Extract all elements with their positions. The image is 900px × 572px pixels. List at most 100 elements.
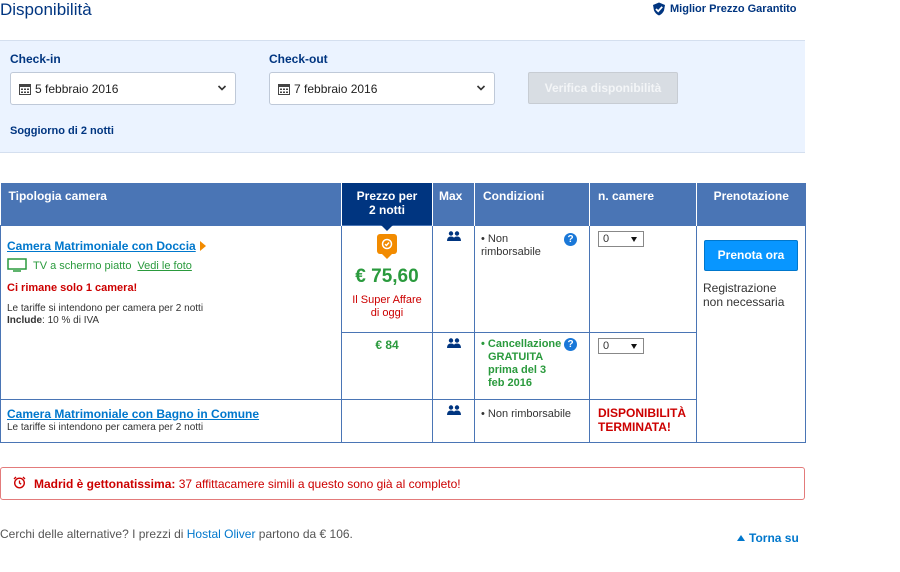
- see-photos-link[interactable]: Vedi le foto: [137, 260, 191, 272]
- rate-note: Le tariffe si intendono per camera per 2…: [7, 303, 335, 327]
- stay-length: Soggiorno di 2 notti: [10, 125, 114, 137]
- page-title: Disponibilità: [0, 0, 92, 19]
- price-cell: € 84: [341, 331, 433, 400]
- demand-alert: Madrid è gettonatissima: 37 affittacamer…: [0, 467, 805, 500]
- header-booking: Prenotazione: [696, 183, 806, 225]
- sold-out-line2: TERMINATA!: [598, 419, 671, 434]
- sold-out-line1: DISPONIBILITÀ: [598, 405, 687, 420]
- room-qty-cell: 0: [589, 331, 697, 400]
- book-now-button[interactable]: Prenota ora: [704, 239, 798, 271]
- registration-note-line1: Registrazione: [703, 280, 777, 295]
- room-quantity-select[interactable]: 0: [598, 230, 644, 247]
- alternatives-suffix: partono da € 106.: [258, 527, 353, 541]
- date-search-panel: Check-in 5 febbraio 2016 Check-out 7 feb…: [0, 40, 805, 153]
- header-conditions: Condizioni: [474, 183, 590, 225]
- checkin-select[interactable]: 5 febbraio 2016: [10, 72, 236, 105]
- two-persons-icon: [446, 404, 462, 418]
- condition-line2: GRATUITA: [488, 350, 544, 363]
- dropdown-arrow-icon: [631, 343, 637, 349]
- verify-availability-button[interactable]: Verifica disponibilità: [528, 72, 678, 104]
- table-row: Camera Matrimoniale con Bagno in Comune …: [0, 398, 806, 443]
- max-cell: [432, 331, 475, 400]
- deal-label: Il Super Affare di oggi: [346, 294, 428, 320]
- condition-line1: • Non: [481, 232, 509, 245]
- room-name-link[interactable]: Camera Matrimoniale con Bagno in Comune: [7, 407, 259, 421]
- price-cell: € 75,60 Il Super Affare di oggi: [341, 224, 433, 333]
- conditions-cell: • Non rimborsabile: [474, 398, 590, 443]
- deal-label-line1: Il Super Affare: [352, 293, 422, 306]
- expand-arrow-icon[interactable]: [199, 240, 206, 251]
- conditions-cell: • Non rimborsabile ?: [474, 224, 590, 333]
- include-value: : 10 % di IVA: [42, 314, 100, 326]
- arrow-up-icon: [737, 535, 745, 541]
- best-price-guarantee[interactable]: Miglior Prezzo Garantito: [652, 2, 797, 16]
- rooms-table: Tipologia camera Prezzo per 2 notti Max …: [0, 183, 806, 443]
- tv-icon: [7, 257, 27, 275]
- booking-cell: Prenota ora Registrazione non necessaria: [696, 224, 806, 443]
- condition-line2: rimborsabile: [481, 245, 541, 258]
- condition-line4: feb 2016: [488, 376, 533, 389]
- rate-note: Le tariffe si intendono per camera per 2…: [7, 421, 204, 433]
- rate-note-line: Le tariffe si intendono per camera per 2…: [7, 302, 204, 314]
- guarantee-label: Miglior Prezzo Garantito: [670, 3, 797, 15]
- back-to-top-link[interactable]: Torna su: [737, 531, 799, 545]
- calendar-icon: [19, 83, 31, 95]
- max-cell: [432, 398, 475, 443]
- alert-bold: Madrid è gettonatissima:: [34, 476, 176, 491]
- alert-text: 37 affittacamere simili a questo sono gi…: [178, 476, 461, 491]
- header-room-type: Tipologia camera: [0, 183, 342, 225]
- price-value: € 84: [375, 337, 399, 352]
- registration-note: Registrazione non necessaria: [703, 281, 799, 309]
- checkin-label: Check-in: [10, 52, 61, 66]
- alternatives-prefix: Cerchi delle alternative? I prezzi di: [0, 527, 184, 541]
- room-info-cell: Camera Matrimoniale con Bagno in Comune …: [0, 398, 342, 443]
- alarm-clock-icon: [13, 476, 26, 492]
- registration-note-line2: non necessaria: [703, 294, 785, 309]
- room-quantity-value: 0: [603, 339, 610, 352]
- header-price-line2: 2 notti: [369, 203, 405, 217]
- table-row: Camera Matrimoniale con Doccia TV a sche…: [0, 224, 806, 443]
- condition-line3: prima del 3: [488, 363, 547, 376]
- checkmark-shield-icon: [652, 2, 666, 16]
- chevron-down-icon: [217, 82, 227, 96]
- conditions-cell: • Cancellazione GRATUITA prima del 3 feb…: [474, 331, 590, 400]
- dropdown-arrow-icon: [631, 236, 637, 242]
- sold-out-label: DISPONIBILITÀ TERMINATA!: [598, 406, 692, 434]
- amenity-row: TV a schermo piatto Vedi le foto: [7, 257, 335, 275]
- condition-text: • Non rimborsabile ?: [481, 232, 585, 259]
- alternatives-text: Cerchi delle alternative? I prezzi di Ho…: [0, 527, 353, 541]
- room-quantity-select[interactable]: 0: [598, 337, 644, 354]
- two-persons-icon: [446, 337, 462, 351]
- price-cell: [341, 398, 433, 443]
- checkout-label: Check-out: [269, 52, 328, 66]
- condition-line1: • Cancellazione: [481, 337, 562, 350]
- condition-text: • Cancellazione GRATUITA prima del 3 feb…: [481, 337, 585, 390]
- room-quantity-value: 0: [603, 232, 610, 245]
- room-info-cell: Camera Matrimoniale con Doccia TV a sche…: [0, 224, 342, 400]
- deal-badge-icon: [377, 233, 397, 259]
- header-rooms: n. camere: [589, 183, 697, 225]
- two-persons-icon: [446, 230, 462, 244]
- deal-label-line2: di oggi: [370, 306, 404, 319]
- max-cell: [432, 224, 475, 333]
- alternative-hotel-link[interactable]: Hostal Oliver: [187, 527, 256, 541]
- room-qty-cell: DISPONIBILITÀ TERMINATA!: [589, 398, 697, 443]
- help-icon[interactable]: ?: [564, 337, 577, 351]
- header-price-line1: Prezzo per: [356, 189, 418, 203]
- header-price-pointer: [381, 224, 393, 231]
- checkin-value: 5 febbraio 2016: [35, 81, 119, 96]
- amenity-label: TV a schermo piatto: [33, 260, 132, 272]
- help-icon[interactable]: ?: [564, 232, 577, 246]
- checkout-select[interactable]: 7 febbraio 2016: [269, 72, 495, 105]
- scarcity-message: Ci rimane solo 1 camera!: [7, 281, 138, 294]
- price-value: € 75,60: [355, 265, 419, 287]
- header-price: Prezzo per 2 notti: [341, 183, 433, 231]
- calendar-icon: [278, 83, 290, 95]
- condition-text: • Non rimborsabile: [481, 407, 572, 420]
- back-to-top-label: Torna su: [749, 531, 799, 545]
- header-max: Max: [432, 183, 475, 225]
- room-qty-cell: 0: [589, 224, 697, 333]
- chevron-down-icon: [476, 82, 486, 96]
- room-name-link[interactable]: Camera Matrimoniale con Doccia: [7, 239, 196, 253]
- table-header-row: Tipologia camera Prezzo per 2 notti Max …: [0, 183, 806, 231]
